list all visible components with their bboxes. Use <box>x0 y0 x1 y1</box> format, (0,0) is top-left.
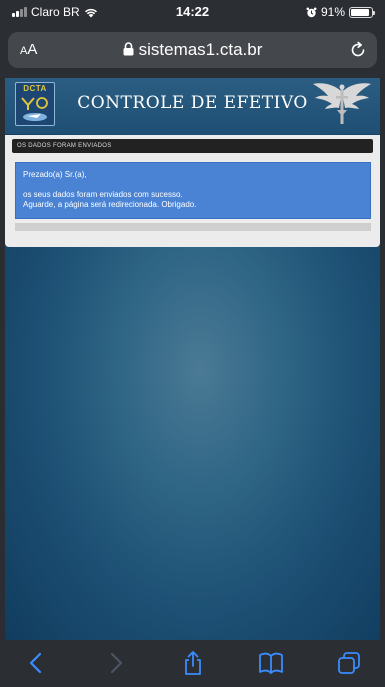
alarm-icon <box>306 7 317 17</box>
message-footer-bar <box>15 223 371 231</box>
browser-toolbar <box>0 640 385 687</box>
bookmarks-icon[interactable] <box>258 650 284 676</box>
message-line-2: Aguarde, a página será redirecionada. Ob… <box>23 200 197 209</box>
browser-top-bar: AA sistemas1.cta.br <box>0 24 385 78</box>
message-panel: OS DADOS FORAM ENVIADOS Prezado(a) Sr.(a… <box>5 135 380 247</box>
address-bar[interactable]: AA sistemas1.cta.br <box>8 32 377 68</box>
battery-percent: 91% <box>320 5 345 19</box>
air-force-wings-icon <box>313 83 371 124</box>
forward-icon[interactable] <box>102 650 128 676</box>
site-header: DCTA CONTROLE DE EFETIVO <box>5 78 380 134</box>
url-display[interactable]: sistemas1.cta.br <box>8 40 377 60</box>
success-message-box: Prezado(a) Sr.(a), os seus dados foram e… <box>15 162 371 219</box>
battery-fill <box>351 8 370 16</box>
back-icon[interactable] <box>24 650 50 676</box>
reload-icon[interactable] <box>349 41 367 59</box>
dcta-logo-text: DCTA <box>23 84 47 93</box>
message-title-bar: OS DADOS FORAM ENVIADOS <box>12 139 373 153</box>
status-bar: Claro BR 14:22 91% <box>0 0 385 24</box>
tabs-icon[interactable] <box>336 650 362 676</box>
share-icon[interactable] <box>180 650 206 676</box>
web-page: DCTA CONTROLE DE EFETIVO OS DADOS FORAM … <box>5 78 380 640</box>
lock-icon <box>123 42 134 56</box>
battery-icon <box>349 6 375 18</box>
message-greeting: Prezado(a) Sr.(a), <box>23 170 87 179</box>
url-text: sistemas1.cta.br <box>138 40 263 59</box>
message-line-1: os seus dados foram enviados com sucesso… <box>23 190 183 199</box>
status-right: 91% <box>306 5 375 19</box>
